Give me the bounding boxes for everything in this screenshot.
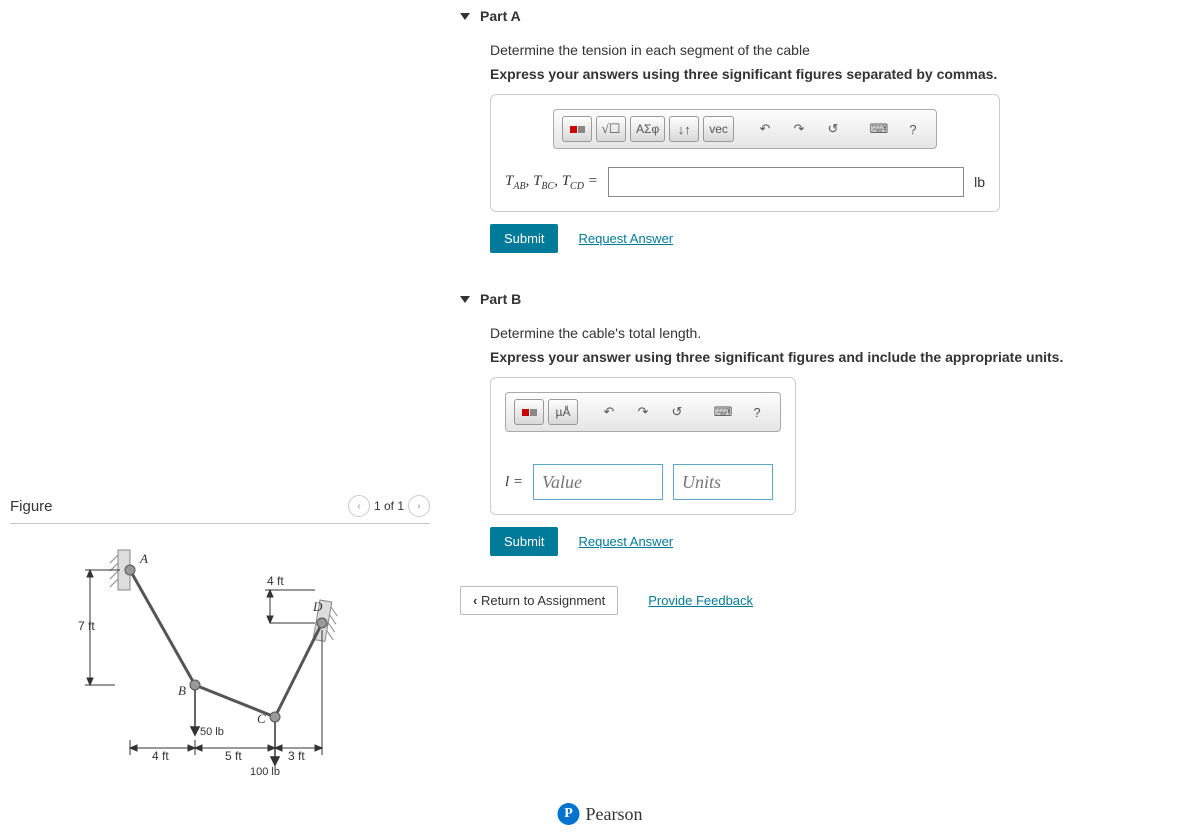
templates-button[interactable]: [514, 399, 544, 425]
reset-icon[interactable]: ↺: [662, 399, 692, 425]
part-b-value-input[interactable]: [533, 464, 663, 500]
svg-text:5 ft: 5 ft: [225, 749, 242, 763]
sort-button[interactable]: ↓↑: [669, 116, 699, 142]
part-a-answer-box: √☐ ΑΣφ ↓↑ vec ↶ ↷ ↺ ⌨ ? TAB, TBC,: [490, 94, 1000, 212]
undo-icon[interactable]: ↶: [594, 399, 624, 425]
caret-down-icon: [460, 296, 470, 303]
svg-text:4 ft: 4 ft: [152, 749, 169, 763]
pearson-logo-icon: P: [558, 803, 580, 825]
undo-icon[interactable]: ↶: [750, 116, 780, 142]
help-icon[interactable]: ?: [742, 399, 772, 425]
templates-button[interactable]: [562, 116, 592, 142]
return-to-assignment-button[interactable]: Return to Assignment: [460, 586, 618, 615]
help-icon[interactable]: ?: [898, 116, 928, 142]
svg-text:3 ft: 3 ft: [288, 749, 305, 763]
cable-diagram: A B C D 50 lb 100 lb: [70, 545, 370, 795]
pearson-text: Pearson: [586, 804, 643, 825]
redo-icon[interactable]: ↷: [628, 399, 658, 425]
part-b-answer-box: µÅ ↶ ↷ ↺ ⌨ ? l =: [490, 377, 796, 515]
part-b-var-label: l =: [505, 474, 523, 491]
part-a-request-answer-link[interactable]: Request Answer: [578, 231, 673, 246]
part-a-submit-button[interactable]: Submit: [490, 224, 558, 253]
greek-button[interactable]: ΑΣφ: [630, 116, 665, 142]
vec-button[interactable]: vec: [703, 116, 734, 142]
part-a-var-label: TAB, TBC, TCD =: [505, 173, 598, 192]
part-b-request-answer-link[interactable]: Request Answer: [578, 534, 673, 549]
figure-next-button[interactable]: ›: [408, 495, 430, 517]
figure-prev-button[interactable]: ‹: [348, 495, 370, 517]
part-a-answer-input[interactable]: [608, 167, 964, 197]
svg-text:A: A: [139, 551, 148, 566]
reset-icon[interactable]: ↺: [818, 116, 848, 142]
svg-text:100 lb: 100 lb: [250, 766, 280, 778]
redo-icon[interactable]: ↷: [784, 116, 814, 142]
part-b-toolbar: µÅ ↶ ↷ ↺ ⌨ ?: [505, 392, 781, 432]
svg-text:7 ft: 7 ft: [78, 619, 95, 633]
part-b-units-input[interactable]: [673, 464, 773, 500]
pearson-brand: P Pearson: [558, 803, 643, 825]
part-a-toolbar: √☐ ΑΣφ ↓↑ vec ↶ ↷ ↺ ⌨ ?: [553, 109, 937, 149]
part-b-title: Part B: [480, 291, 521, 307]
figure-nav: ‹ 1 of 1 ›: [348, 495, 430, 517]
part-a-instruction: Express your answers using three signifi…: [490, 66, 1150, 82]
svg-text:50 lb: 50 lb: [200, 726, 224, 738]
part-a-header[interactable]: Part A: [460, 0, 1180, 32]
part-b-instruction: Express your answer using three signific…: [490, 349, 1150, 365]
units-button[interactable]: µÅ: [548, 399, 578, 425]
part-b-submit-button[interactable]: Submit: [490, 527, 558, 556]
sqrt-button[interactable]: √☐: [596, 116, 626, 142]
provide-feedback-link[interactable]: Provide Feedback: [648, 593, 753, 608]
svg-text:D: D: [312, 599, 323, 614]
figure-counter: 1 of 1: [374, 499, 404, 513]
part-a-title: Part A: [480, 8, 521, 24]
caret-down-icon: [460, 13, 470, 20]
part-b: Part B Determine the cable's total lengt…: [460, 283, 1180, 566]
keyboard-icon[interactable]: ⌨: [864, 116, 894, 142]
part-a-unit: lb: [974, 174, 985, 190]
part-a-prompt: Determine the tension in each segment of…: [490, 42, 1150, 58]
svg-text:B: B: [178, 683, 186, 698]
part-b-header[interactable]: Part B: [460, 283, 1180, 315]
part-b-prompt: Determine the cable's total length.: [490, 325, 1150, 341]
svg-text:4 ft: 4 ft: [267, 574, 284, 588]
svg-text:C: C: [257, 711, 266, 726]
part-a: Part A Determine the tension in each seg…: [460, 0, 1180, 263]
keyboard-icon[interactable]: ⌨: [708, 399, 738, 425]
figure-title: Figure: [10, 498, 53, 515]
